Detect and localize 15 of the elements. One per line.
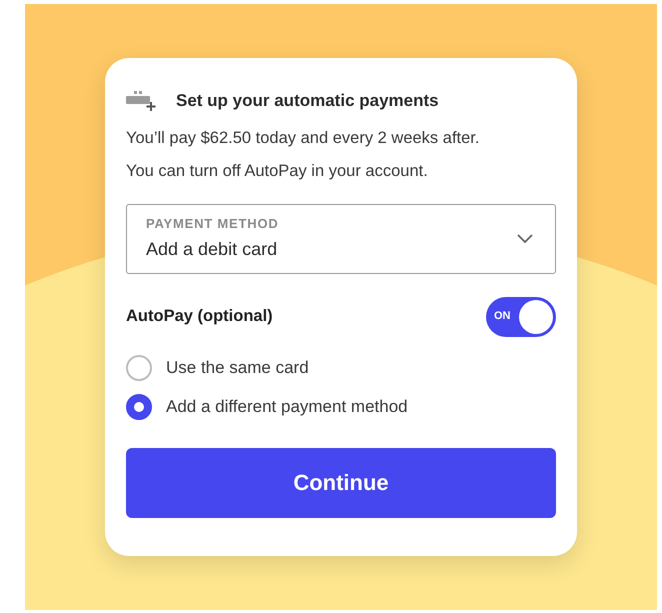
radio-button[interactable]	[126, 354, 152, 380]
field-label: PAYMENT METHOD	[146, 215, 279, 234]
radio-label: Add a different payment method	[166, 396, 408, 418]
radio-label: Use the same card	[166, 356, 309, 379]
continue-button[interactable]: Continue	[126, 448, 556, 518]
chevron-down-icon	[517, 234, 533, 244]
autopay-toggle[interactable]: ON	[486, 296, 556, 336]
card-title: Set up your automatic payments	[176, 90, 439, 112]
autopay-label: AutoPay (optional)	[126, 306, 273, 328]
description-text: You can turn off AutoPay in your account.	[126, 160, 429, 182]
field-value: Add a debit card	[146, 238, 278, 261]
payment-method-select[interactable]: PAYMENT METHOD Add a debit card	[126, 204, 556, 274]
card-plus-icon	[126, 90, 156, 112]
radio-button[interactable]	[126, 394, 152, 420]
description-text: You’ll pay $62.50 today and every 2 weeks after.	[126, 128, 480, 148]
